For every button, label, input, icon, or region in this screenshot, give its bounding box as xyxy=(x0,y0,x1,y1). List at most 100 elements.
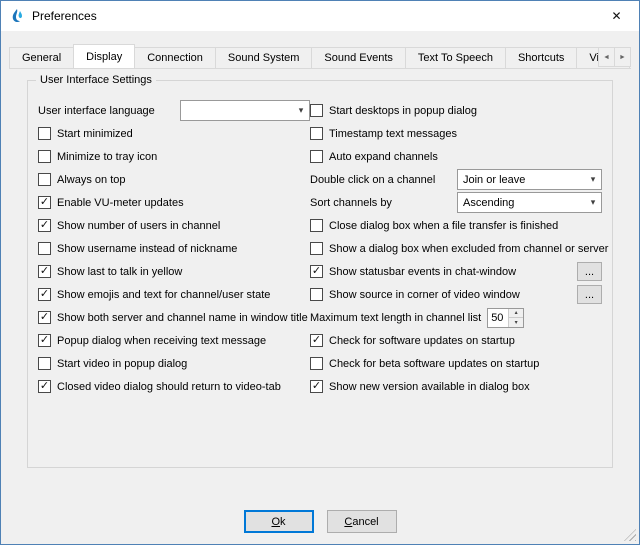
checkbox-auto-expand-channels[interactable]: Auto expand channels xyxy=(310,145,602,168)
checkbox[interactable] xyxy=(310,357,323,370)
checkbox[interactable] xyxy=(38,150,51,163)
tab-connection[interactable]: Connection xyxy=(134,47,216,68)
tab-display[interactable]: Display xyxy=(73,44,135,69)
checkbox-close-filetransfer-dialog[interactable]: Close dialog box when a file transfer is… xyxy=(310,214,602,237)
chevron-down-icon: ▾ xyxy=(293,105,309,116)
checkbox-start-minimized[interactable]: Start minimized xyxy=(38,122,310,145)
checkbox[interactable]: ✓ xyxy=(38,334,51,347)
checkbox[interactable]: ✓ xyxy=(38,380,51,393)
checkbox-show-emojis[interactable]: ✓ Show emojis and text for channel/user … xyxy=(38,283,310,306)
checkmark-icon: ✓ xyxy=(312,266,321,277)
tab-shortcuts[interactable]: Shortcuts xyxy=(505,47,577,68)
checkbox-video-source-corner[interactable]: Show source in corner of video window ..… xyxy=(310,283,602,306)
checkbox-start-video-popup[interactable]: Start video in popup dialog xyxy=(38,352,310,375)
checkmark-icon: ✓ xyxy=(40,335,49,346)
language-combobox[interactable]: ▾ xyxy=(180,100,310,121)
checkbox[interactable] xyxy=(310,219,323,232)
ellipsis-label: ... xyxy=(585,289,594,301)
spin-up-icon: ▴ xyxy=(515,309,518,316)
app-icon xyxy=(9,8,25,24)
checkbox-popup-text-message[interactable]: ✓ Popup dialog when receiving text messa… xyxy=(38,329,310,352)
cancel-button[interactable]: Cancel xyxy=(327,510,397,533)
checkmark-icon: ✓ xyxy=(40,197,49,208)
checkbox[interactable] xyxy=(310,288,323,301)
scroll-right-icon: ► xyxy=(619,54,626,61)
checkbox[interactable]: ✓ xyxy=(310,334,323,347)
checkbox-show-number-users[interactable]: ✓ Show number of users in channel xyxy=(38,214,310,237)
checkbox-show-username[interactable]: Show username instead of nickname xyxy=(38,237,310,260)
checkbox-timestamp-messages[interactable]: Timestamp text messages xyxy=(310,122,602,145)
checkbox-label: Timestamp text messages xyxy=(329,128,457,140)
checkbox-show-new-version[interactable]: ✓ Show new version available in dialog b… xyxy=(310,375,602,398)
checkbox-label: Always on top xyxy=(57,174,125,186)
sort-channels-combobox[interactable]: Ascending ▾ xyxy=(457,192,602,213)
checkbox-excluded-dialog[interactable]: Show a dialog box when excluded from cha… xyxy=(310,237,602,260)
checkbox[interactable]: ✓ xyxy=(38,311,51,324)
checkbox-closed-video-return[interactable]: ✓ Closed video dialog should return to v… xyxy=(38,375,310,398)
ok-button[interactable]: Ok xyxy=(244,510,314,533)
spinbox-buttons: ▴ ▾ xyxy=(508,309,523,327)
spin-down-button[interactable]: ▾ xyxy=(509,317,523,327)
close-button[interactable]: ✕ xyxy=(594,1,639,31)
checkbox-server-channel-title[interactable]: ✓ Show both server and channel name in w… xyxy=(38,306,310,329)
double-click-row: Double click on a channel Join or leave … xyxy=(310,168,602,191)
spinbox-value: 50 xyxy=(488,309,508,327)
checkbox[interactable]: ✓ xyxy=(38,265,51,278)
checkbox[interactable] xyxy=(38,127,51,140)
checkbox-last-talk-yellow[interactable]: ✓ Show last to talk in yellow xyxy=(38,260,310,283)
checkbox-statusbar-events[interactable]: ✓ Show statusbar events in chat-window .… xyxy=(310,260,602,283)
checkbox[interactable]: ✓ xyxy=(38,219,51,232)
double-click-combobox[interactable]: Join or leave ▾ xyxy=(457,169,602,190)
chevron-down-icon: ▾ xyxy=(585,174,601,185)
combobox-value: Join or leave xyxy=(463,174,585,186)
checkbox-label: Start video in popup dialog xyxy=(57,358,187,370)
spin-up-button[interactable]: ▴ xyxy=(509,309,523,318)
tab-general[interactable]: General xyxy=(9,47,74,68)
ok-button-label: Ok xyxy=(271,516,285,528)
checkbox[interactable] xyxy=(38,173,51,186)
window-title: Preferences xyxy=(32,9,97,23)
tab-sound-system[interactable]: Sound System xyxy=(215,47,313,68)
checkbox[interactable] xyxy=(310,104,323,117)
checkbox-label: Show username instead of nickname xyxy=(57,243,237,255)
checkbox[interactable] xyxy=(310,127,323,140)
tab-sound-events[interactable]: Sound Events xyxy=(311,47,406,68)
max-text-length-spinbox[interactable]: 50 ▴ ▾ xyxy=(487,308,524,328)
checkbox[interactable] xyxy=(310,150,323,163)
checkbox-check-updates[interactable]: ✓ Check for software updates on startup xyxy=(310,329,602,352)
checkmark-icon: ✓ xyxy=(312,335,321,346)
checkbox-check-beta-updates[interactable]: Check for beta software updates on start… xyxy=(310,352,602,375)
checkbox[interactable] xyxy=(38,242,51,255)
checkbox-label: Start minimized xyxy=(57,128,133,140)
tab-scroll-right-button[interactable]: ► xyxy=(614,47,631,67)
checkbox-label: Check for software updates on startup xyxy=(329,335,515,347)
checkbox[interactable]: ✓ xyxy=(310,380,323,393)
combobox-value: Ascending xyxy=(463,197,585,209)
checkmark-icon: ✓ xyxy=(312,381,321,392)
checkbox[interactable]: ✓ xyxy=(38,288,51,301)
checkbox[interactable] xyxy=(310,242,323,255)
video-source-options-button[interactable]: ... xyxy=(577,285,602,304)
language-row: User interface language ▾ xyxy=(38,99,310,122)
tab-text-to-speech[interactable]: Text To Speech xyxy=(405,47,506,68)
checkbox[interactable]: ✓ xyxy=(310,265,323,278)
titlebar[interactable]: Preferences ✕ xyxy=(1,1,639,31)
checkbox-always-on-top[interactable]: Always on top xyxy=(38,168,310,191)
checkbox[interactable]: ✓ xyxy=(38,196,51,209)
checkbox-enable-vu-meter[interactable]: ✓ Enable VU-meter updates xyxy=(38,191,310,214)
checkbox[interactable] xyxy=(38,357,51,370)
tab-label: Display xyxy=(86,51,122,63)
display-tab-page: User Interface Settings User interface l… xyxy=(1,69,639,510)
preferences-dialog: Preferences ✕ General Display Connection… xyxy=(0,0,640,545)
tab-label: Sound Events xyxy=(324,52,393,64)
close-icon: ✕ xyxy=(611,9,621,23)
tab-label: Text To Speech xyxy=(418,52,493,64)
scroll-left-icon: ◄ xyxy=(603,54,610,61)
max-text-length-label: Maximum text length in channel list xyxy=(310,312,481,324)
checkmark-icon: ✓ xyxy=(40,266,49,277)
ellipsis-label: ... xyxy=(585,266,594,278)
statusbar-events-options-button[interactable]: ... xyxy=(577,262,602,281)
checkbox-start-desktops-popup[interactable]: Start desktops in popup dialog xyxy=(310,99,602,122)
checkbox-minimize-to-tray[interactable]: Minimize to tray icon xyxy=(38,145,310,168)
tab-scroll-left-button[interactable]: ◄ xyxy=(598,47,615,67)
